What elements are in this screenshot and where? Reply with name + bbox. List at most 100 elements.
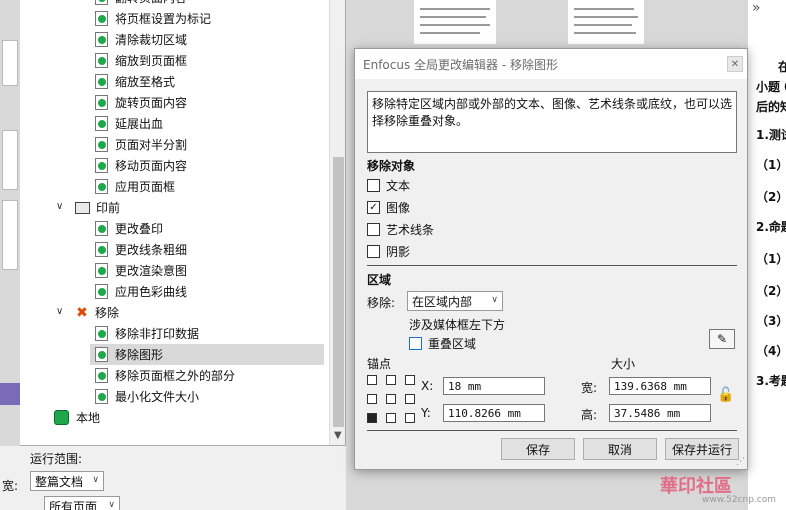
document-icon [95,53,108,68]
document-icon [95,32,108,47]
tree-item[interactable]: 更改渲染意图 [95,260,187,281]
tree-group-label: 移除 [95,306,120,320]
page-text-line: （1） [756,252,786,266]
document-icon [95,11,108,26]
scrollbar-thumb[interactable] [333,157,344,427]
anchor-point[interactable] [405,413,415,423]
media-box-note: 涉及媒体框左下方 [409,318,506,332]
tree-item-label: 翻转页面内容 [115,0,187,6]
page-text-line: （3） [756,314,786,328]
page-text-line: 1.测试 [756,128,786,142]
chevron-down-icon[interactable]: ∨ [56,201,63,212]
anchor-point[interactable] [367,394,377,404]
tree-group-local[interactable]: 本地 [54,407,100,428]
pages-select[interactable]: 所有页面 ∨ [44,496,120,510]
tree-item[interactable]: 缩放至格式 [95,71,175,92]
page-thumbnail[interactable] [2,200,18,270]
dialog-titlebar[interactable]: Enfocus 全局更改编辑器 - 移除图形 [355,49,747,79]
tree-item-selected[interactable]: 移除图形 [90,344,324,365]
tree-item[interactable]: 将页框设置为标记 [95,8,211,29]
tree-item[interactable]: 移除页面框之外的部分 [90,365,235,386]
divider [367,430,737,431]
document-icon [95,347,108,362]
remove-objects-title: 移除对象 [367,159,416,173]
tree-item[interactable]: 缩放到页面框 [95,50,187,71]
page-thumbnail-selected[interactable] [0,383,20,405]
tree-item[interactable]: 更改线条粗细 [95,239,187,260]
tree-group-remove[interactable]: ✖ 移除 [75,302,119,323]
tree-item-label: 应用页面框 [115,180,176,194]
anchor-point[interactable] [386,413,396,423]
remove-mode-select[interactable]: 在区域内部 ∨ [407,291,503,311]
x-field[interactable]: 18 mm [443,377,545,395]
checkbox-box[interactable] [409,337,422,350]
checkbox-label: 艺术线条 [386,223,435,237]
chevron-down-icon[interactable]: ∨ [56,306,63,317]
anchor-point[interactable] [386,375,396,385]
tree-item[interactable]: 清除裁切区域 [95,29,187,50]
remove-object-checkbox[interactable]: 阴影 [367,243,410,260]
cancel-button[interactable]: 取消 [583,438,657,460]
overlap-checkbox[interactable]: 重叠区域 [409,335,476,352]
divider [367,265,737,266]
tree-scrollbar[interactable]: ▼ [329,0,345,445]
app-window: 翻转页面内容将页框设置为标记清除裁切区域缩放到页面框缩放至格式旋转页面内容延展出… [0,0,786,510]
y-field[interactable]: 110.8266 mm [443,404,545,422]
checkbox-box[interactable] [367,245,380,258]
remove-object-checkbox[interactable]: 文本 [367,177,410,194]
eyedropper-icon[interactable]: ✎ [709,329,735,349]
save-and-run-button[interactable]: 保存并运行 [665,438,739,460]
lock-icon[interactable]: 🔓 [717,387,734,403]
remove-object-checkbox[interactable]: 艺术线条 [367,221,434,238]
tree-item[interactable]: 应用页面框 [95,176,175,197]
tree-item[interactable]: 页面对半分割 [95,134,187,155]
anchor-grid[interactable] [367,375,415,423]
checkbox-box[interactable] [367,223,380,236]
tree-item-label: 将页框设置为标记 [115,12,212,26]
anchor-point[interactable] [405,375,415,385]
tree-group-print[interactable]: 印前 [75,197,120,218]
resize-grip-icon[interactable]: ⋰ [736,457,745,467]
tree-item[interactable]: 更改叠印 [95,218,163,239]
tree-item-label: 更改渲染意图 [115,264,188,278]
anchor-point[interactable] [386,394,396,404]
tree-item-label: 清除裁切区域 [115,33,188,47]
scope-select[interactable]: 整篇文档 ∨ [30,471,104,491]
tree-item-label: 移动页面内容 [115,159,188,173]
overlap-label: 重叠区域 [428,337,477,351]
page-text-line: 小题 0 [756,80,786,94]
checkbox-box[interactable]: ✓ [367,201,380,214]
anchor-point[interactable] [367,375,377,385]
monitor-icon [75,201,90,214]
tree-item[interactable]: 移除非打印数据 [90,323,199,344]
close-icon[interactable]: ✕ [727,56,743,72]
tree-item[interactable]: 最小化文件大小 [90,386,199,407]
page-text-line: （1） [756,158,786,172]
remove-object-checkbox[interactable]: ✓ 图像 [367,199,410,216]
tree-item[interactable]: 应用色彩曲线 [95,281,187,302]
region-title: 区域 [367,273,392,287]
tree-item[interactable]: 翻转页面内容 [95,0,187,8]
tree-item[interactable]: 延展出血 [95,113,163,134]
action-tree: 翻转页面内容将页框设置为标记清除裁切区域缩放到页面框缩放至格式旋转页面内容延展出… [20,0,346,446]
width-field[interactable]: 139.6368 mm [609,377,711,395]
checkbox-label: 图像 [386,201,411,215]
tree-item[interactable]: 旋转页面内容 [95,92,187,113]
page-thumbnail[interactable] [2,40,18,86]
tree-item-label: 缩放到页面框 [115,54,188,68]
run-scope-panel: 运行范围: 宽: 整篇文档 ∨ 所有页面 ∨ [0,446,354,510]
tree-item[interactable]: 移动页面内容 [95,155,187,176]
document-icon [95,326,108,341]
height-field[interactable]: 37.5486 mm [609,404,711,422]
save-button[interactable]: 保存 [501,438,575,460]
page-thumbnail[interactable] [2,130,18,190]
document-icon [95,242,108,257]
page-text-line: 2.命题 [756,220,786,234]
pages-select-value: 所有页面 [49,499,98,510]
anchor-point[interactable] [405,394,415,404]
checkbox-box[interactable] [367,179,380,192]
chevron-down-icon[interactable]: ▼ [334,430,342,441]
tree-item-label: 应用色彩曲线 [115,285,188,299]
tree-item-label: 移除图形 [115,348,164,362]
anchor-point-selected[interactable] [367,413,377,423]
